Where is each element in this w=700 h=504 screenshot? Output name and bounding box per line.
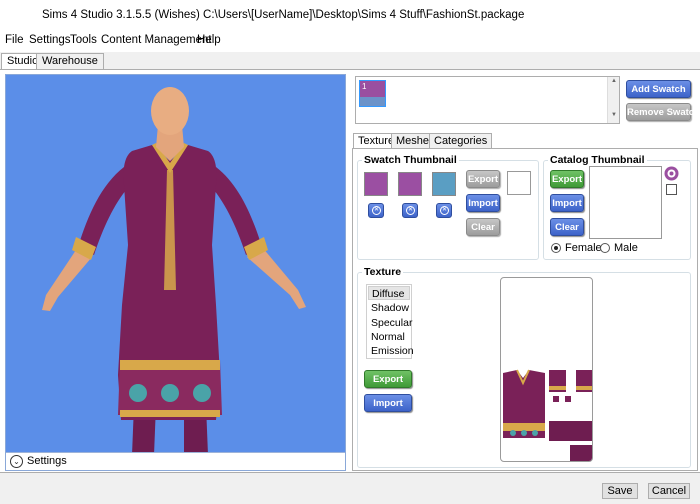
- add-swatch-button[interactable]: Add Swatch: [626, 80, 691, 98]
- swatch-thumbnail-3: [432, 172, 456, 196]
- texture-item-normal[interactable]: Normal: [368, 330, 410, 344]
- catalog-clear-button[interactable]: Clear: [550, 218, 584, 236]
- catalog-checkbox[interactable]: [666, 184, 677, 195]
- cancel-button[interactable]: Cancel: [648, 483, 690, 499]
- tab-categories[interactable]: Categories: [429, 133, 493, 149]
- texture-group-label: Texture: [362, 266, 404, 278]
- swatch-list-scrollbar[interactable]: ▲ ▼: [607, 77, 619, 123]
- swatch-number: 1: [362, 82, 367, 91]
- male-label: Male: [614, 242, 638, 254]
- settings-label: Settings: [27, 455, 67, 467]
- viewport-settings-bar[interactable]: ⌄ Settings: [6, 452, 345, 470]
- scroll-up-icon[interactable]: ▲: [609, 78, 619, 88]
- swatch-color-bottom: [360, 97, 385, 106]
- menu-bar: File Settings Tools Content Management H…: [0, 32, 700, 52]
- texture-item-shadow[interactable]: Shadow: [368, 301, 410, 315]
- menu-file[interactable]: File: [5, 34, 24, 46]
- menu-content-management[interactable]: Content Management: [101, 34, 212, 46]
- main-tab-bar: Studio Warehouse: [0, 53, 700, 71]
- texture-uv-map: [503, 369, 592, 461]
- female-label: Female: [565, 242, 602, 254]
- swatch-thumbnail-1: [364, 172, 388, 196]
- color-wheel-icon[interactable]: [664, 166, 679, 181]
- swatch-clear-button[interactable]: Clear: [466, 218, 500, 236]
- texture-type-list[interactable]: Diffuse Shadow Specular Normal Emission: [366, 284, 414, 359]
- catalog-export-button[interactable]: Export: [550, 170, 584, 188]
- title-bar: Sims 4 Studio 3.1.5.5 (Wishes) C:\Users\…: [0, 0, 700, 32]
- scroll-down-icon[interactable]: ▼: [609, 112, 619, 122]
- swatch-thumbnail-label: Swatch Thumbnail: [362, 154, 459, 166]
- texture-item-specular[interactable]: Specular: [368, 316, 412, 330]
- male-radio[interactable]: [600, 243, 610, 253]
- close-circle-icon: ✕: [372, 206, 381, 215]
- remove-thumbnail-2-button[interactable]: ✕: [402, 203, 418, 218]
- swatch-export-button[interactable]: Export: [466, 170, 500, 188]
- dialog-button-bar: Save Cancel: [0, 473, 700, 504]
- app-icon: [9, 9, 23, 23]
- window-title: Sims 4 Studio 3.1.5.5 (Wishes) C:\Users\…: [42, 9, 525, 21]
- 3d-viewport[interactable]: ⌄ Settings: [5, 74, 346, 471]
- swatch-preview-box: [507, 171, 531, 195]
- close-circle-icon: ✕: [406, 206, 415, 215]
- chevron-down-icon[interactable]: ⌄: [10, 455, 23, 468]
- remove-thumbnail-3-button[interactable]: ✕: [436, 203, 452, 218]
- catalog-thumbnail-preview: [589, 166, 662, 239]
- texture-export-button[interactable]: Export: [364, 370, 412, 388]
- texture-preview: [500, 277, 593, 462]
- swatch-import-button[interactable]: Import: [466, 194, 500, 212]
- texture-import-button[interactable]: Import: [364, 394, 412, 412]
- menu-tools[interactable]: Tools: [70, 34, 97, 46]
- catalog-thumbnail-label: Catalog Thumbnail: [548, 154, 647, 166]
- swatch-item[interactable]: 1: [359, 80, 386, 107]
- sim-model-preview: [42, 87, 306, 455]
- remove-swatch-button[interactable]: Remove Swatch: [626, 103, 700, 121]
- swatch-thumbnail-2: [398, 172, 422, 196]
- swatch-list[interactable]: 1 ▲ ▼: [355, 76, 620, 124]
- tab-warehouse[interactable]: Warehouse: [36, 53, 104, 70]
- save-button[interactable]: Save: [602, 483, 638, 499]
- female-radio[interactable]: [551, 243, 561, 253]
- remove-thumbnail-1-button[interactable]: ✕: [368, 203, 384, 218]
- catalog-import-button[interactable]: Import: [550, 194, 584, 212]
- texture-item-diffuse[interactable]: Diffuse: [368, 286, 410, 300]
- menu-help[interactable]: Help: [197, 34, 221, 46]
- close-circle-icon: ✕: [440, 206, 449, 215]
- menu-settings[interactable]: Settings: [29, 34, 71, 46]
- texture-item-emission[interactable]: Emission: [368, 344, 414, 358]
